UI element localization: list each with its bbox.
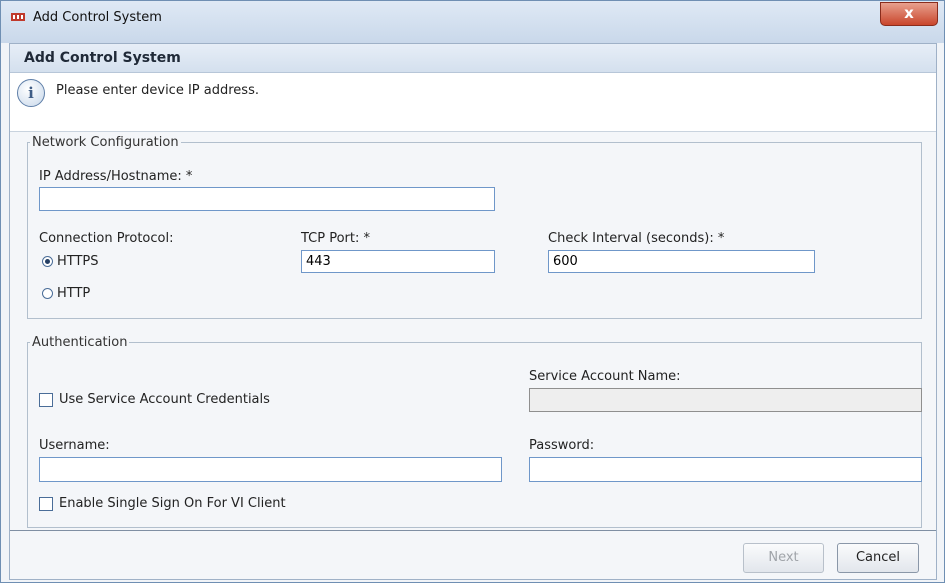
authentication-legend: Authentication [32,335,128,350]
radio-http[interactable]: HTTP [42,286,90,301]
enable-sso-box [39,496,53,511]
radio-http-indicator [42,288,53,299]
tcp-port-label: TCP Port: * [301,231,371,246]
username-label: Username: [39,438,110,453]
connection-protocol-label: Connection Protocol: [39,231,174,246]
cancel-button[interactable]: Cancel [837,543,919,573]
radio-https-indicator [42,256,53,267]
use-service-account-label: Use Service Account Credentials [59,392,270,407]
use-service-account-checkbox[interactable]: Use Service Account Credentials [39,392,270,407]
radio-https[interactable]: HTTPS [42,254,99,269]
close-icon: x [904,4,914,22]
service-account-name-input[interactable] [529,388,922,412]
dialog-content: Add Control System i Please enter device… [9,43,937,580]
check-interval-input[interactable] [548,250,815,273]
use-service-account-box [39,392,53,407]
username-input[interactable] [39,457,502,482]
dialog-title: Add Control System [24,50,181,66]
network-configuration-group: Network Configuration [27,135,922,319]
info-message: Please enter device IP address. [56,83,259,98]
dialog-header: Add Control System [10,44,936,73]
footer-divider [10,530,936,531]
info-icon: i [17,79,45,107]
dialog-window: Add Control System x Add Control System … [0,0,945,583]
password-label: Password: [529,438,595,453]
ip-address-label: IP Address/Hostname: * [39,169,193,184]
ip-address-input[interactable] [39,187,495,211]
close-button[interactable]: x [880,2,938,26]
enable-sso-label: Enable Single Sign On For VI Client [59,496,286,511]
password-input[interactable] [529,457,922,482]
window-title: Add Control System [33,10,162,25]
app-icon [11,13,25,21]
tcp-port-input[interactable] [301,250,495,273]
next-button[interactable]: Next [743,543,824,573]
network-configuration-legend: Network Configuration [32,135,179,150]
service-account-name-label: Service Account Name: [529,369,681,384]
check-interval-label: Check Interval (seconds): * [548,231,725,246]
radio-http-label: HTTP [57,286,91,301]
info-banner: i Please enter device IP address. [10,73,936,132]
radio-https-label: HTTPS [57,254,99,269]
title-bar[interactable]: Add Control System x [1,1,944,43]
enable-sso-checkbox[interactable]: Enable Single Sign On For VI Client [39,496,286,511]
